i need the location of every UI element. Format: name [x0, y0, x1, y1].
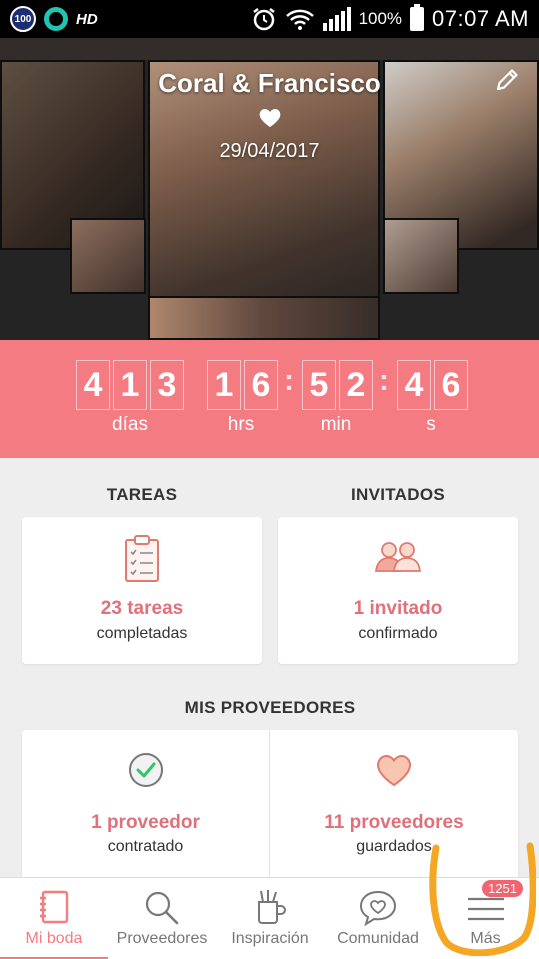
- tasks-card[interactable]: 23 tareas completadas: [22, 517, 262, 664]
- ring-app-icon: [44, 7, 68, 31]
- countdown-separator: :: [379, 364, 389, 397]
- wifi-icon: [285, 9, 314, 30]
- heart-icon: [259, 109, 281, 127]
- countdown-digit: 2: [339, 360, 373, 410]
- nav-comunidad[interactable]: Comunidad: [324, 878, 432, 959]
- countdown-digit: 6: [434, 360, 468, 410]
- vendors-card: 1 proveedor contratado 11 proveedores gu…: [22, 730, 518, 880]
- hours-label: hrs: [227, 414, 255, 435]
- couple-name: Coral & Francisco: [158, 68, 381, 98]
- guests-icon: [374, 542, 422, 572]
- nav-label: Proveedores: [116, 930, 208, 947]
- clipboard-checklist-icon: [125, 535, 159, 582]
- guests-status: confirmado: [358, 625, 438, 642]
- cup-icon: [258, 890, 286, 924]
- countdown-digit: 5: [302, 360, 336, 410]
- vendors-section-title: MIS PROVEEDORES: [184, 698, 356, 717]
- countdown-separator: :: [284, 364, 294, 397]
- tasks-section-title: TAREAS: [106, 485, 178, 504]
- guests-count: 1 invitado: [353, 598, 443, 619]
- saved-vendors-count: 11 proveedores: [324, 812, 464, 833]
- contracted-vendors-status: contratado: [107, 838, 184, 855]
- wedding-countdown: 4 1 3 1 6 : 5 2 : 4 6 días hrs min s: [0, 340, 539, 458]
- battery-icon: [410, 4, 425, 31]
- seconds-label: s: [426, 414, 436, 435]
- guests-section-title: INVITADOS: [350, 485, 445, 504]
- contracted-vendors-cell[interactable]: 1 proveedor contratado: [22, 730, 269, 880]
- nav-label: Más: [470, 930, 501, 947]
- search-icon: [145, 891, 179, 925]
- minutes-label: min: [320, 414, 352, 435]
- pencil-edit-icon[interactable]: [493, 66, 521, 94]
- nav-label: Inspiración: [231, 930, 309, 947]
- tasks-count: 23 tareas: [100, 598, 184, 619]
- countdown-digit: 1: [207, 360, 241, 410]
- nav-mas[interactable]: 1251 Más: [432, 878, 539, 959]
- wedding-date: 29/04/2017: [219, 140, 320, 162]
- couple-photo-header[interactable]: Coral & Francisco 29/04/2017: [0, 38, 539, 340]
- contracted-vendors-count: 1 proveedor: [91, 812, 200, 833]
- battery-percent: 100%: [358, 9, 403, 28]
- clock: 07:07 AM: [432, 6, 529, 31]
- hd-icon: HD: [76, 10, 98, 28]
- bottom-navigation: Mi boda Proveedores Inspiración Comunida…: [0, 877, 539, 959]
- tasks-status: completadas: [96, 625, 188, 642]
- status-bar: 100 HD 100% 07:07 AM: [0, 0, 539, 38]
- nav-label: Mi boda: [25, 930, 83, 947]
- countdown-digit: 3: [150, 360, 184, 410]
- nav-mi-boda[interactable]: Mi boda: [0, 878, 108, 959]
- notification-count-icon: 100: [10, 6, 36, 32]
- countdown-digit: 6: [244, 360, 278, 410]
- saved-vendors-status: guardados: [356, 838, 432, 855]
- saved-vendors-cell[interactable]: 11 proveedores guardados: [270, 730, 518, 880]
- nav-proveedores[interactable]: Proveedores: [108, 878, 216, 959]
- days-label: días: [112, 414, 148, 435]
- notebook-icon: [40, 890, 69, 924]
- countdown-digit: 1: [113, 360, 147, 410]
- signal-icon: [322, 7, 351, 31]
- check-circle-icon: [128, 753, 163, 787]
- guests-card[interactable]: 1 invitado confirmado: [278, 517, 518, 664]
- heart-icon: [376, 754, 412, 787]
- countdown-digit: 4: [76, 360, 110, 410]
- alarm-icon: [252, 8, 275, 31]
- countdown-digit: 4: [397, 360, 431, 410]
- nav-label: Comunidad: [337, 930, 419, 947]
- notification-badge: 1251: [482, 880, 523, 897]
- chat-heart-icon: [359, 890, 397, 927]
- nav-inspiracion[interactable]: Inspiración: [216, 878, 324, 959]
